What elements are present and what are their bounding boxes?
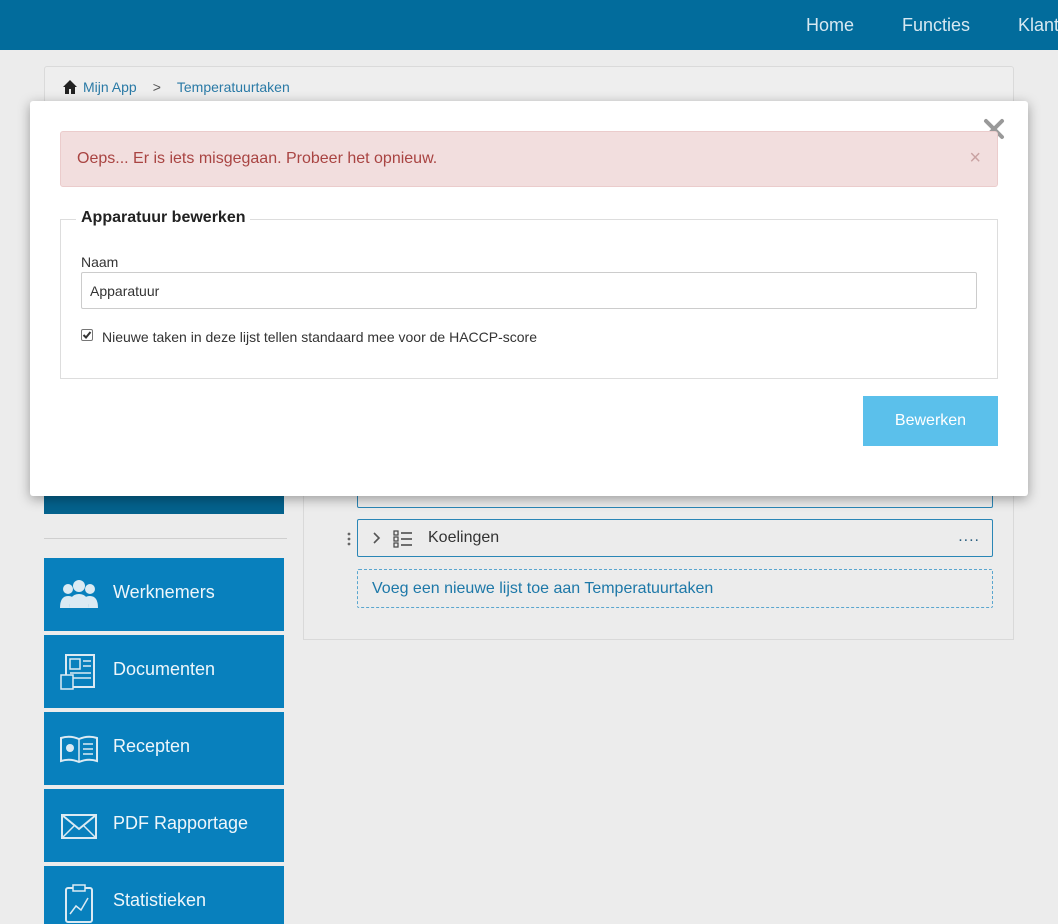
bewerken-button[interactable]: Bewerken xyxy=(863,396,998,446)
fieldset-legend: Apparatuur bewerken xyxy=(76,209,251,227)
edit-modal: Oeps... Er is iets misgegaan. Probeer he… xyxy=(30,101,1028,496)
alert-close-button[interactable]: × xyxy=(969,148,981,168)
error-alert-text: Oeps... Er is iets misgegaan. Probeer he… xyxy=(77,150,438,167)
haccp-checkbox[interactable] xyxy=(81,329,93,341)
checkmark-icon xyxy=(82,331,92,339)
checkbox-box[interactable] xyxy=(81,329,93,341)
haccp-checkbox-label: Nieuwe taken in deze lijst tellen standa… xyxy=(102,329,537,345)
name-field-label: Naam xyxy=(81,254,119,270)
error-alert: Oeps... Er is iets misgegaan. Probeer he… xyxy=(60,131,998,187)
name-field[interactable] xyxy=(81,272,977,309)
